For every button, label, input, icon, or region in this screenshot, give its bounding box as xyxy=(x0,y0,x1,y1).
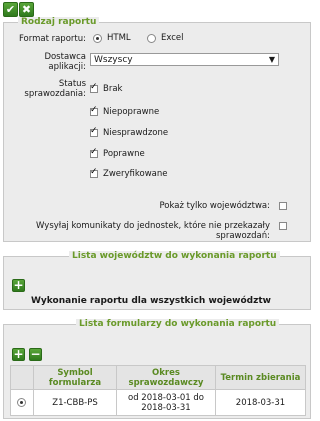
voivodeship-panel: Lista województw do wykonania raportu + … xyxy=(3,251,311,310)
supplier-label-line1: Dostawca xyxy=(44,52,86,62)
send-messages-label: Wysyłaj komunikaty do jednostek, które n… xyxy=(36,221,270,241)
status-checkbox-zweryfikowane[interactable] xyxy=(90,167,98,178)
all-voivodeships-text: Wykonanie raportu dla wszystkich wojewód… xyxy=(31,296,271,306)
table-row[interactable]: Z1-CBB-PS od 2018-03-01 do 2018-03-31 20… xyxy=(10,389,306,416)
send-messages-checkbox[interactable] xyxy=(279,222,287,230)
format-option-excel: Excel xyxy=(161,33,184,43)
status-checkbox-niepoprawne[interactable] xyxy=(90,105,98,116)
minus-icon: − xyxy=(30,347,41,361)
dropdown-arrow-icon: ▼ xyxy=(268,55,275,64)
only-voivodeship-checkbox[interactable] xyxy=(279,202,287,210)
status-label-niepoprawne: Niepoprawne xyxy=(103,107,160,117)
status-label-line1: Status xyxy=(58,79,86,89)
format-radio-excel[interactable] xyxy=(147,34,156,43)
status-label-niesprawdzone: Niesprawdzone xyxy=(103,128,169,138)
select-column-header xyxy=(10,365,34,390)
only-voivodeship-label: Pokaż tylko województwa: xyxy=(159,201,270,211)
status-checkbox-poprawne[interactable] xyxy=(90,147,98,158)
supplier-label-line2: aplikacji: xyxy=(48,62,86,72)
remove-form-button[interactable]: − xyxy=(29,348,42,361)
close-icon: ✖ xyxy=(21,3,32,16)
row-select-cell[interactable] xyxy=(10,389,34,416)
cancel-button[interactable]: ✖ xyxy=(19,2,34,17)
row-period: od 2018-03-01 do 2018-03-31 xyxy=(116,389,216,416)
status-label-poprawne: Poprawne xyxy=(103,149,145,159)
column-header-symbol: Symbol formularza xyxy=(33,365,117,390)
row-deadline: 2018-03-31 xyxy=(215,389,306,416)
format-radio-html[interactable] xyxy=(93,34,102,43)
forms-legend: Lista formularzy do wykonania raportu xyxy=(76,319,280,330)
plus-icon: + xyxy=(13,347,24,361)
supplier-select[interactable]: Wszyscy ▼ xyxy=(90,53,279,66)
row-symbol: Z1-CBB-PS xyxy=(33,389,117,416)
supplier-select-value: Wszyscy xyxy=(94,55,133,65)
voivodeship-legend: Lista województw do wykonania raportu xyxy=(69,251,280,262)
status-checkbox-niesprawdzone[interactable] xyxy=(90,126,98,137)
forms-table: Symbol formularza Okres sprawozdawczy Te… xyxy=(10,365,306,416)
check-icon: ✔ xyxy=(5,3,16,16)
status-label-zweryfikowane: Zweryfikowane xyxy=(103,169,168,179)
row-select-radio[interactable] xyxy=(17,398,26,407)
status-label-brak: Brak xyxy=(103,84,123,94)
forms-panel: Lista formularzy do wykonania raportu + … xyxy=(3,319,311,419)
column-header-deadline: Termin zbierania xyxy=(215,365,306,390)
report-type-legend: Rodzaj raportu xyxy=(18,17,100,28)
status-label-line2: sprawozdania: xyxy=(24,89,86,99)
status-checkbox-brak[interactable] xyxy=(90,82,98,93)
add-voivodeship-button[interactable]: + xyxy=(12,279,25,292)
confirm-button[interactable]: ✔ xyxy=(3,2,18,17)
format-option-html: HTML xyxy=(107,33,131,43)
plus-icon: + xyxy=(13,278,24,292)
add-form-button[interactable]: + xyxy=(12,348,25,361)
format-label: Format raportu: xyxy=(18,34,86,44)
report-type-panel: Rodzaj raportu Format raportu: HTML Exce… xyxy=(3,17,311,242)
column-header-period: Okres sprawozdawczy xyxy=(116,365,216,390)
